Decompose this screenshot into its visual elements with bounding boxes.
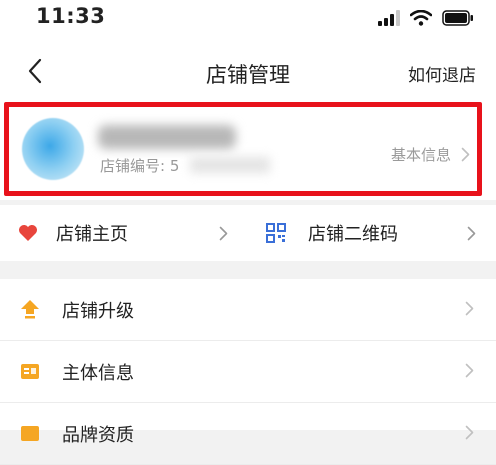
shop-qrcode-link[interactable]: 店铺二维码 (266, 205, 476, 261)
shop-homepage-label: 店铺主页 (56, 224, 128, 245)
chevron-right-icon (467, 226, 476, 241)
chevron-right-icon (465, 363, 474, 378)
shop-id-text: 店铺编号: 5 (100, 157, 180, 175)
chevron-right-icon (461, 147, 470, 162)
signal-icon (378, 10, 400, 26)
list-item-label: 品牌资质 (62, 425, 134, 446)
settings-list: 店铺升级 主体信息 品牌资质 (0, 279, 496, 465)
chevron-right-icon (465, 425, 474, 440)
heart-icon (19, 225, 37, 241)
how-to-close-shop-link[interactable]: 如何退店 (408, 61, 476, 86)
list-item-label: 店铺升级 (62, 301, 134, 322)
shop-qrcode-label: 店铺二维码 (308, 224, 398, 245)
upgrade-arrow-icon (21, 300, 39, 319)
chevron-right-icon (219, 226, 228, 241)
wifi-icon (410, 10, 432, 26)
list-item-shop-upgrade[interactable]: 店铺升级 (0, 279, 496, 341)
battery-icon (442, 10, 473, 26)
info-card-icon (21, 364, 39, 379)
shop-name-redacted (98, 125, 236, 149)
nav-bar: 店铺管理 如何退店 (0, 40, 496, 102)
basic-info-link[interactable]: 基本信息 (391, 144, 470, 165)
shop-id-redacted (190, 157, 270, 173)
list-item-entity-info[interactable]: 主体信息 (0, 341, 496, 403)
shop-homepage-link[interactable]: 店铺主页 (18, 205, 228, 261)
shop-avatar (22, 118, 84, 180)
chevron-right-icon (465, 301, 474, 316)
qr-code-icon (266, 223, 286, 243)
status-bar: 11:33 (0, 0, 496, 40)
shop-info-card[interactable]: 基本信息 (0, 102, 496, 200)
quick-links-row: 店铺主页 店铺二维码 (0, 205, 496, 261)
list-item-label: 主体信息 (62, 363, 134, 384)
status-icons (378, 8, 474, 28)
brand-icon (21, 426, 39, 441)
list-item-brand-qualification[interactable]: 品牌资质 (0, 403, 496, 465)
basic-info-label: 基本信息 (390, 146, 451, 164)
status-time: 11:33 (36, 4, 106, 28)
